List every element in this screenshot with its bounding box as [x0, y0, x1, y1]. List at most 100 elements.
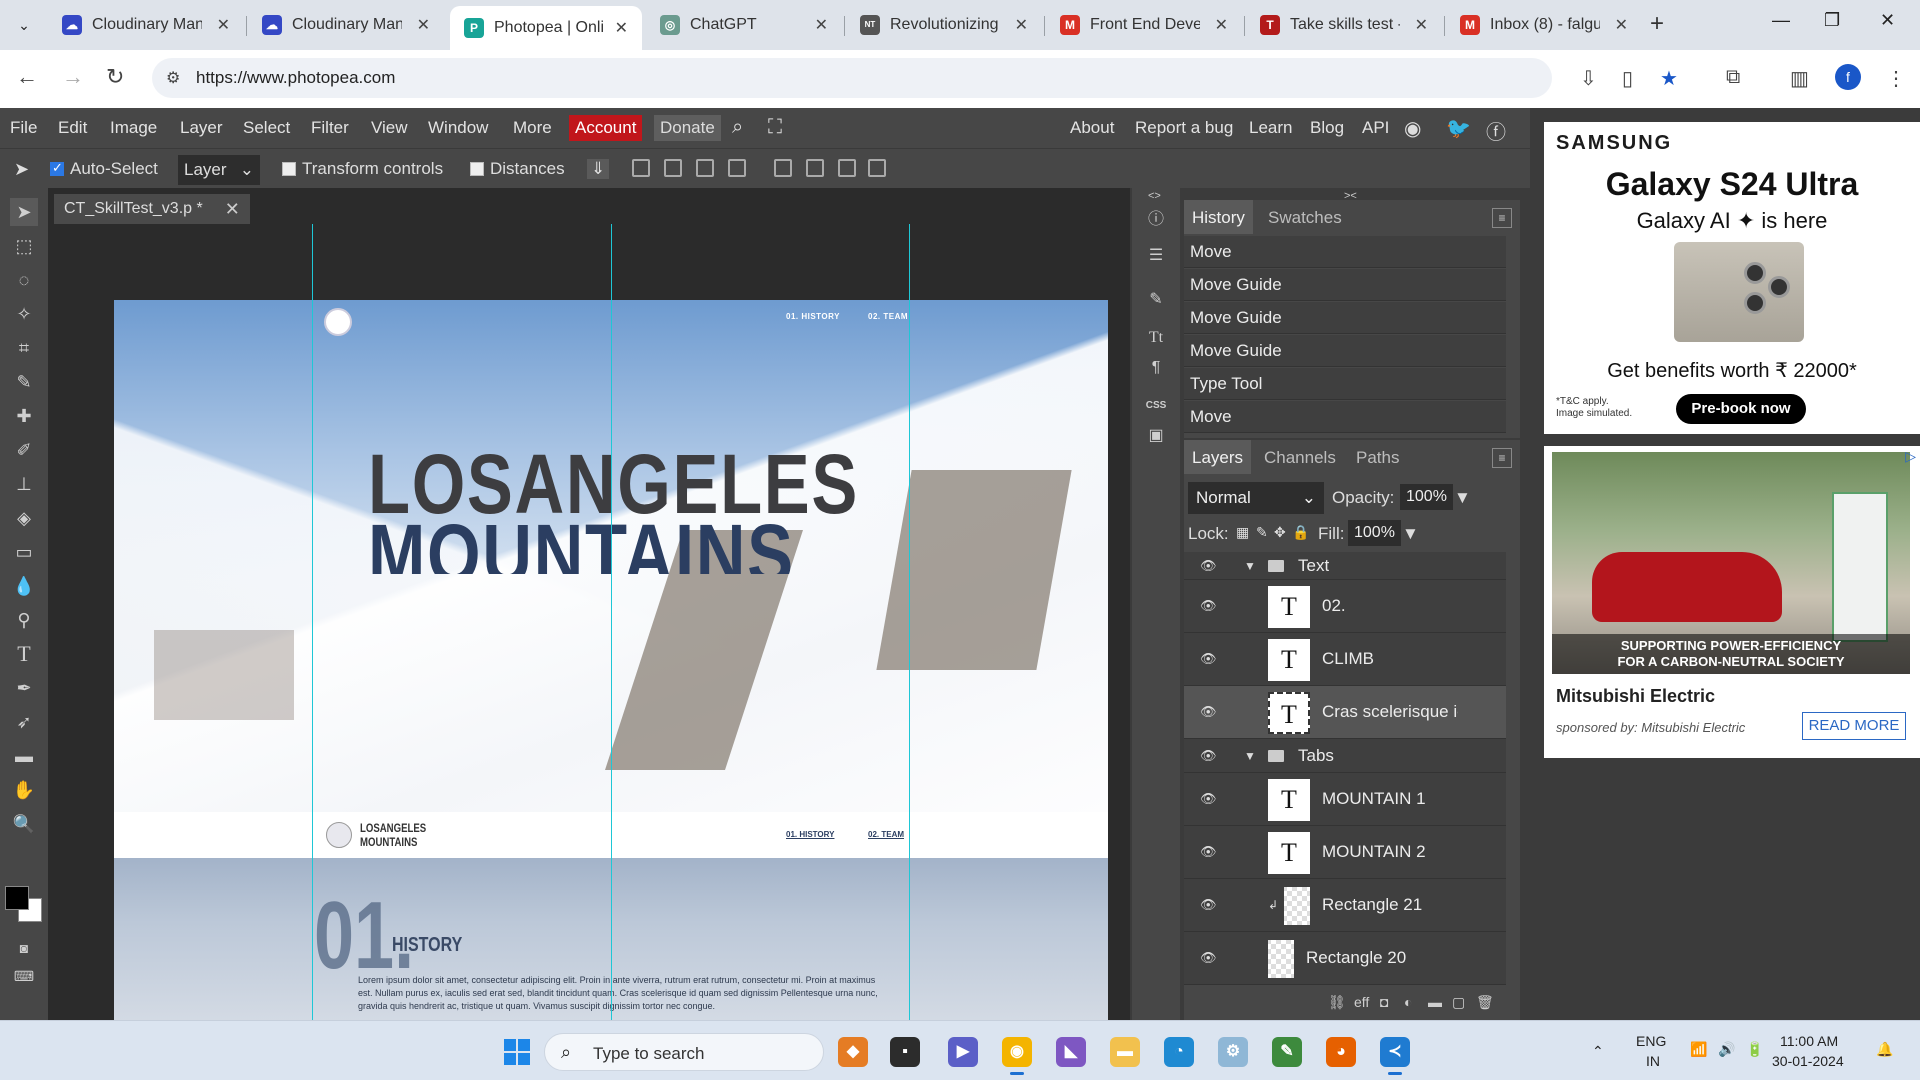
layer-row-cras[interactable]: 👁 T Cras scelerisque ic — [1184, 686, 1506, 739]
keyboard-icon[interactable]: ⌨ — [10, 962, 38, 990]
file-explorer-icon[interactable]: ▬ — [1110, 1037, 1140, 1067]
menu-select[interactable]: Select — [243, 118, 290, 138]
history-item[interactable]: Move Guide — [1184, 269, 1506, 301]
chevron-down-icon[interactable]: ▼ — [1244, 749, 1256, 763]
link-learn[interactable]: Learn — [1249, 118, 1292, 138]
adjustment-layer-icon[interactable]: ◐ — [1404, 994, 1412, 1010]
panel-menu-icon[interactable]: ≡ — [1492, 448, 1512, 468]
tab-history[interactable]: History — [1184, 200, 1253, 234]
link-blog[interactable]: Blog — [1310, 118, 1344, 138]
fill-input[interactable]: 100% — [1348, 520, 1401, 546]
layer-effects-icon[interactable]: eff — [1354, 994, 1369, 1010]
chrome-icon[interactable]: ◉ — [1002, 1037, 1032, 1075]
align-middle-icon[interactable] — [806, 159, 824, 177]
close-icon[interactable]: ✕ — [417, 15, 430, 35]
close-icon[interactable]: ✕ — [1415, 15, 1428, 35]
windows-start-icon[interactable] — [504, 1039, 530, 1065]
quick-mask-icon[interactable]: ◙ — [10, 934, 38, 962]
eye-icon[interactable]: 👁 — [1200, 748, 1217, 764]
history-item[interactable]: Move Guide — [1184, 302, 1506, 334]
chevron-down-icon[interactable]: ▼ — [1244, 559, 1256, 573]
auto-select-checkbox[interactable] — [50, 160, 64, 176]
transform-controls-checkbox[interactable] — [282, 162, 296, 176]
move-tool-icon[interactable]: ➤ — [14, 159, 29, 180]
document-tab[interactable]: CT_SkillTest_v3.p * ✕ — [54, 194, 250, 224]
browser-tab-skills-test[interactable]: T Take skills test - ✕ — [1246, 8, 1442, 42]
side-panel-icon[interactable]: ▥ — [1790, 66, 1809, 91]
settings-icon[interactable]: ⚙ — [1218, 1037, 1248, 1067]
foreground-color-swatch[interactable] — [5, 886, 29, 910]
eye-icon[interactable]: 👁 — [1200, 897, 1217, 913]
align-right-icon[interactable] — [696, 159, 714, 177]
battery-icon[interactable]: 🔋 — [1746, 1041, 1763, 1058]
twitter-icon[interactable]: 🐦 — [1446, 116, 1471, 141]
copilot-icon[interactable]: ◆ — [838, 1037, 868, 1067]
samsung-ad[interactable]: SAMSUNG Galaxy S24 Ultra Galaxy AI ✦ is … — [1544, 122, 1920, 434]
image-icon[interactable]: ▣ — [1144, 424, 1168, 448]
info-icon[interactable]: ⓘ — [1144, 208, 1168, 232]
browser-tab-chatgpt[interactable]: ◎ ChatGPT ✕ — [646, 8, 842, 42]
marquee-tool-icon[interactable]: ⬚ — [10, 232, 38, 260]
profile-avatar[interactable]: f — [1835, 64, 1861, 90]
browser-menu-icon[interactable]: ⋮ — [1886, 66, 1906, 91]
blend-mode-dropdown[interactable]: Normal ⌄ — [1188, 482, 1324, 514]
pre-book-button[interactable]: Pre-book now — [1676, 394, 1806, 424]
lock-position-icon[interactable]: ✥ — [1274, 524, 1286, 541]
notifications-icon[interactable]: 🔔 — [1876, 1041, 1893, 1058]
extensions-icon[interactable]: ⧉ — [1726, 66, 1740, 89]
layer-group-text[interactable]: 👁 ▼ Text — [1184, 552, 1506, 580]
history-item[interactable]: Move — [1184, 236, 1506, 268]
taskbar-search[interactable]: ⌕ Type to search — [544, 1033, 824, 1071]
character-icon[interactable]: Tt — [1144, 326, 1168, 350]
forward-icon[interactable]: → — [62, 64, 84, 90]
lock-all-icon[interactable]: 🔒 — [1292, 524, 1309, 541]
hand-tool-icon[interactable]: ✋ — [10, 776, 38, 804]
magic-wand-icon[interactable]: ✧ — [10, 300, 38, 328]
crop-tool-icon[interactable]: ⌗ — [10, 334, 38, 362]
link-about[interactable]: About — [1070, 118, 1114, 138]
new-group-icon[interactable]: ▬ — [1428, 994, 1442, 1010]
tab-paths[interactable]: Paths — [1348, 440, 1407, 474]
browser-tab-photopea[interactable]: P Photopea | Onlin ✕ — [450, 6, 642, 50]
layer-row-rectangle-20[interactable]: 👁 Rectangle 20 — [1184, 932, 1506, 985]
close-icon[interactable]: ✕ — [615, 18, 628, 38]
eye-icon[interactable]: 👁 — [1200, 558, 1217, 574]
history-item[interactable]: Move Guide — [1184, 335, 1506, 367]
align-left-icon[interactable] — [632, 159, 650, 177]
browser-tab-cloudinary-2[interactable]: ☁ Cloudinary Mana ✕ — [248, 8, 444, 42]
close-icon[interactable]: ✕ — [225, 199, 240, 220]
close-icon[interactable]: ✕ — [815, 15, 828, 35]
align-center-h-icon[interactable] — [664, 159, 682, 177]
lasso-tool-icon[interactable]: ◌ — [10, 266, 38, 294]
browser-tab-revolutionizing[interactable]: NT Revolutionizing t ✕ — [846, 8, 1042, 42]
chevron-up-icon[interactable]: ⌃ — [1592, 1043, 1604, 1060]
panel-menu-icon[interactable]: ≡ — [1492, 208, 1512, 228]
eyedropper-icon[interactable]: ✎ — [10, 368, 38, 396]
firefox-icon[interactable]: ◕ — [1326, 1037, 1356, 1067]
move-tool-icon[interactable]: ➤ — [10, 198, 38, 226]
new-tab-button[interactable]: + — [1650, 10, 1664, 38]
window-close-icon[interactable]: ✕ — [1880, 10, 1895, 31]
install-app-icon[interactable]: ⇩ — [1580, 66, 1597, 91]
menu-edit[interactable]: Edit — [58, 118, 87, 138]
add-mask-icon[interactable]: ◘ — [1380, 994, 1388, 1010]
path-select-icon[interactable]: ➶ — [10, 708, 38, 736]
adjustments-icon[interactable]: ☰ — [1144, 244, 1168, 268]
expand-arrows-icon[interactable]: <> — [1148, 190, 1161, 202]
search-icon[interactable]: ⌕ — [732, 116, 743, 139]
site-info-icon[interactable]: ⚙ — [166, 68, 180, 88]
donate-button[interactable]: Donate — [654, 115, 721, 141]
link-report-bug[interactable]: Report a bug — [1135, 118, 1233, 138]
dodge-tool-icon[interactable]: ⚲ — [10, 606, 38, 634]
fill-dropdown-icon[interactable]: ▼ — [1402, 524, 1419, 544]
close-icon[interactable]: ✕ — [1015, 15, 1028, 35]
type-tool-icon[interactable]: T — [10, 640, 38, 668]
clone-stamp-icon[interactable]: ⊥ — [10, 470, 38, 498]
guide-line[interactable] — [909, 224, 910, 1020]
editor-icon[interactable]: ✎ — [1272, 1037, 1302, 1067]
tab-swatches[interactable]: Swatches — [1260, 200, 1350, 234]
blur-tool-icon[interactable]: 💧 — [10, 572, 38, 600]
layer-row-mountain-2[interactable]: 👁 T MOUNTAIN 2 — [1184, 826, 1506, 879]
eye-icon[interactable]: 👁 — [1200, 651, 1217, 667]
lock-paint-icon[interactable]: ✎ — [1256, 524, 1268, 541]
